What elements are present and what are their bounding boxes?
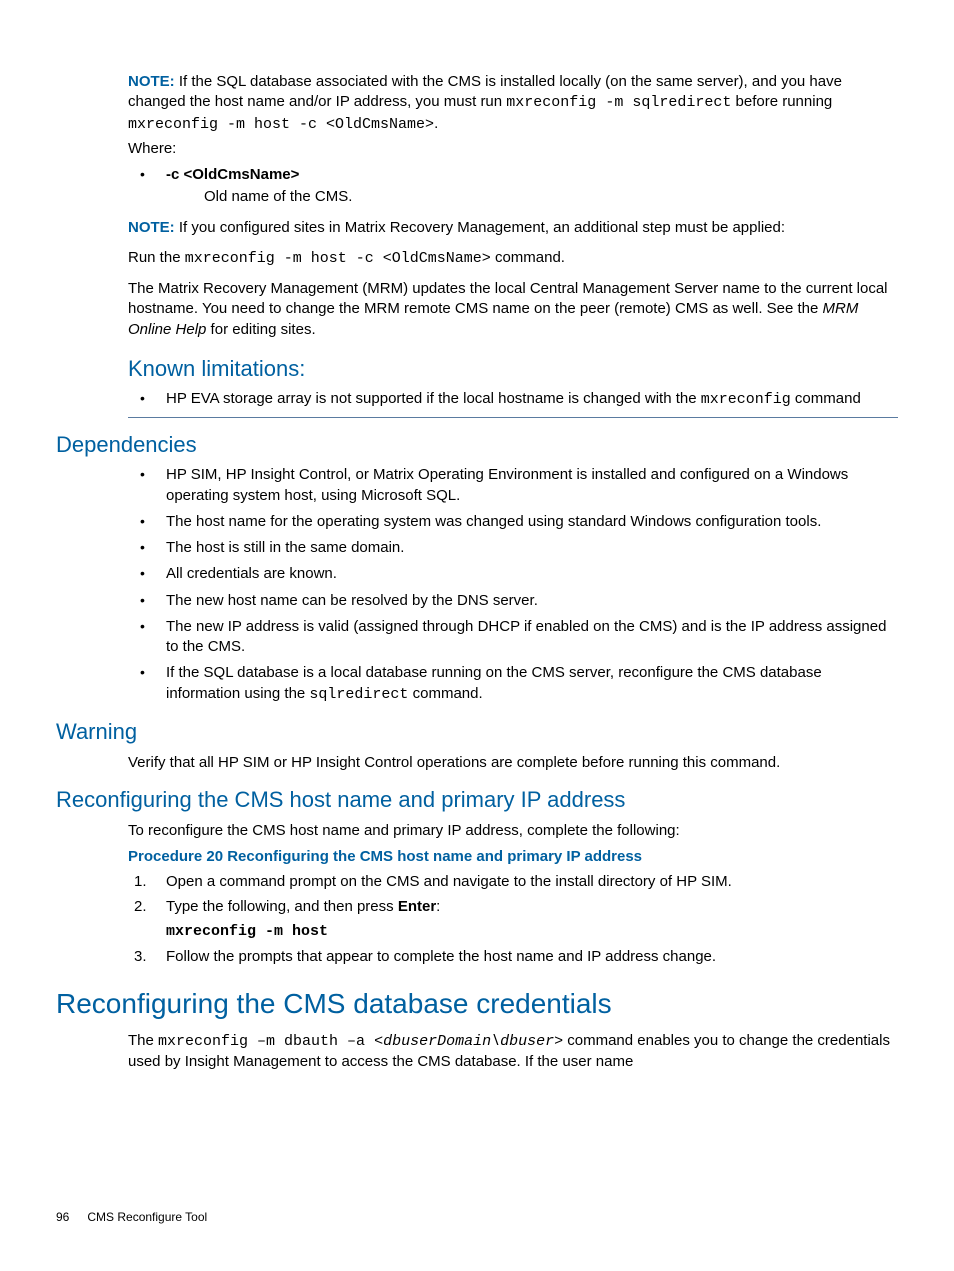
enter-key: Enter: [398, 898, 436, 915]
option-name: -c <OldCmsName>: [166, 166, 299, 183]
kl-item-pre: HP EVA storage array is not supported if…: [166, 390, 701, 407]
kl-item-cmd: mxreconfig: [701, 391, 791, 408]
run-pre: Run the: [128, 249, 185, 266]
procedure-list: Open a command prompt on the CMS and nav…: [128, 872, 898, 967]
page-content: NOTE: If the SQL database associated wit…: [128, 72, 898, 1072]
where-item: -c <OldCmsName> Old name of the CMS.: [128, 165, 898, 208]
list-item: The host name for the operating system w…: [128, 512, 898, 532]
list-item: If the SQL database is a local database …: [128, 663, 898, 705]
code-sqlredirect: mxreconfig -m sqlredirect: [506, 94, 731, 111]
warning-text: Verify that all HP SIM or HP Insight Con…: [128, 753, 898, 773]
page-number: 96: [56, 1209, 69, 1225]
list-item: The new host name can be resolved by the…: [128, 591, 898, 611]
list-item: HP EVA storage array is not supported if…: [128, 389, 898, 410]
note-1-text-3: .: [434, 115, 438, 132]
step-3: Follow the prompts that appear to comple…: [128, 947, 898, 967]
db-cmd-2: <dbuserDomain\dbuser>: [374, 1033, 563, 1050]
kl-item-post: command: [791, 390, 861, 407]
mrm-text-1: The Matrix Recovery Management (MRM) upd…: [128, 280, 888, 317]
known-limitations-list: HP EVA storage array is not supported if…: [128, 389, 898, 410]
list-item: The host is still in the same domain.: [128, 538, 898, 558]
note-label: NOTE:: [128, 219, 175, 236]
mrm-paragraph: The Matrix Recovery Management (MRM) upd…: [128, 279, 898, 340]
procedure-heading: Procedure 20 Reconfiguring the CMS host …: [128, 847, 898, 867]
db-cmd-1: mxreconfig –m dbauth –a: [158, 1033, 374, 1050]
db-paragraph: The mxreconfig –m dbauth –a <dbuserDomai…: [128, 1031, 898, 1073]
reconfig-host-heading: Reconfiguring the CMS host name and prim…: [56, 785, 898, 815]
step-1: Open a command prompt on the CMS and nav…: [128, 872, 898, 892]
reconfig-db-heading: Reconfiguring the CMS database credentia…: [56, 985, 898, 1023]
step-2-command: mxreconfig -m host: [166, 922, 898, 942]
warning-heading: Warning: [56, 717, 898, 747]
divider: [128, 417, 898, 418]
note-1: NOTE: If the SQL database associated wit…: [128, 72, 898, 135]
code-mxreconfig-host: mxreconfig -m host -c <OldCmsName>: [128, 116, 434, 133]
reconfig-intro: To reconfigure the CMS host name and pri…: [128, 821, 898, 841]
run-cmd: mxreconfig -m host -c <OldCmsName>: [185, 250, 491, 267]
run-post: command.: [491, 249, 565, 266]
list-item: The new IP address is valid (assigned th…: [128, 617, 898, 658]
note-2-text: If you configured sites in Matrix Recove…: [179, 219, 785, 236]
known-limitations-heading: Known limitations:: [128, 354, 898, 384]
dependencies-heading: Dependencies: [56, 430, 898, 460]
list-item: HP SIM, HP Insight Control, or Matrix Op…: [128, 465, 898, 506]
list-item: All credentials are known.: [128, 564, 898, 584]
page-footer: 96 CMS Reconfigure Tool: [56, 1209, 207, 1225]
mrm-text-2: for editing sites.: [206, 321, 315, 338]
where-list: -c <OldCmsName> Old name of the CMS.: [128, 165, 898, 208]
note-1-text-2: before running: [731, 93, 832, 110]
run-command: Run the mxreconfig -m host -c <OldCmsNam…: [128, 248, 898, 269]
step-2: Type the following, and then press Enter…: [128, 897, 898, 942]
dependencies-list: HP SIM, HP Insight Control, or Matrix Op…: [128, 465, 898, 705]
footer-title: CMS Reconfigure Tool: [87, 1210, 207, 1224]
where-label: Where:: [128, 139, 898, 159]
note-2: NOTE: If you configured sites in Matrix …: [128, 218, 898, 238]
note-label: NOTE:: [128, 73, 175, 90]
sqlredirect-cmd: sqlredirect: [309, 686, 408, 703]
option-desc: Old name of the CMS.: [204, 187, 898, 207]
